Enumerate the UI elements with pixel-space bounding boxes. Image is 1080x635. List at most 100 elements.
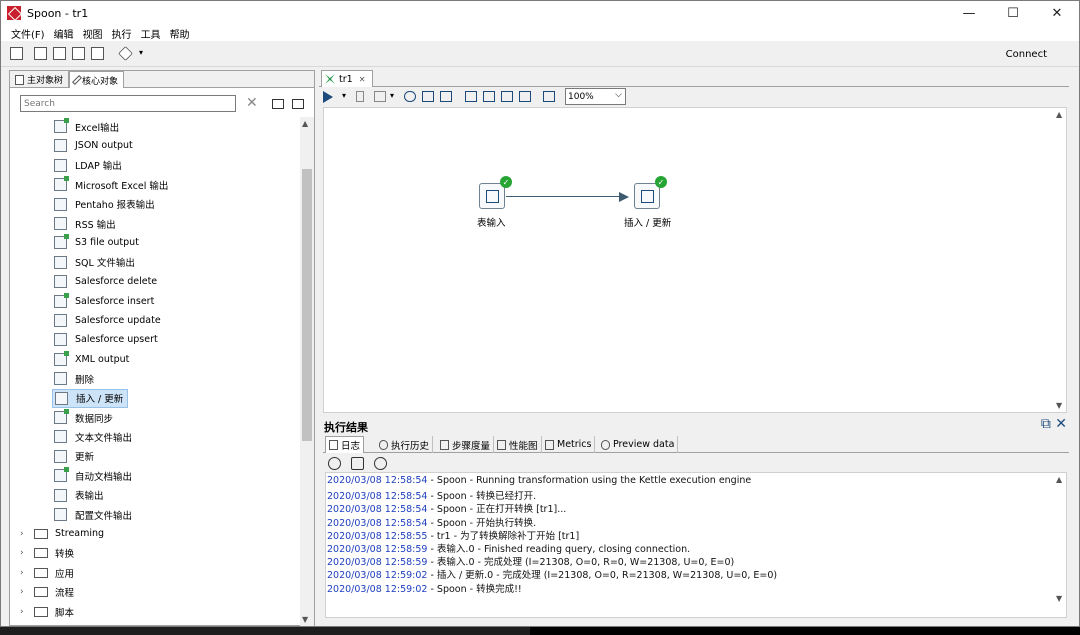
step-item[interactable]: 配置文件输出 [54, 505, 132, 524]
show-results-icon[interactable] [543, 91, 555, 102]
step-item[interactable]: 自动文档输出 [54, 466, 132, 485]
run-icon[interactable] [323, 91, 333, 103]
perspective-dropdown-icon[interactable]: ▾ [139, 48, 143, 57]
open-file-icon[interactable] [34, 47, 47, 60]
menu-file[interactable]: 文件(F) [11, 26, 45, 41]
step-item[interactable]: 表输出 [54, 486, 104, 505]
chevron-right-icon[interactable]: › [20, 587, 34, 597]
step-item[interactable]: RSS 输出 [54, 214, 116, 233]
close-tab-icon[interactable]: ✕ [359, 75, 366, 84]
pause-icon[interactable] [356, 91, 364, 102]
chevron-right-icon[interactable]: › [20, 548, 34, 558]
tree-scroll-thumb[interactable] [302, 169, 312, 441]
scroll-up-icon[interactable]: ▲ [302, 119, 308, 128]
tab-step-metrics[interactable]: 步骤度量 [437, 436, 495, 453]
clear-search-icon[interactable]: ✕ [246, 95, 258, 111]
tree-scrollbar[interactable]: ▲ ▼ [300, 117, 314, 626]
menu-edit[interactable]: 编辑 [54, 26, 74, 41]
debug-icon[interactable] [422, 91, 434, 102]
canvas-scroll-up-icon[interactable]: ▲ [1056, 110, 1062, 119]
stop-icon[interactable] [374, 91, 386, 102]
hop-line[interactable] [506, 196, 623, 197]
step-item[interactable]: Salesforce update [54, 311, 161, 330]
stop-dropdown-icon[interactable]: ▾ [390, 91, 394, 100]
category-folder[interactable]: › 流程 [20, 583, 74, 602]
step-item[interactable]: JSON output [54, 136, 133, 155]
transformation-canvas[interactable]: ▲ ▼ [323, 107, 1067, 413]
step-item[interactable]: 更新 [54, 447, 94, 466]
tab-preview-data[interactable]: Preview data [598, 436, 679, 453]
step-item[interactable]: 插入 / 更新 [52, 388, 129, 408]
replay-icon[interactable] [440, 91, 452, 102]
step-item-label: LDAP 输出 [75, 161, 122, 173]
tab-tr1[interactable]: tr1 ✕ [321, 70, 373, 87]
category-folder[interactable]: › 转换 [20, 544, 74, 563]
menu-help[interactable]: 帮助 [170, 26, 190, 41]
step-item[interactable]: Microsoft Excel 输出 [54, 175, 168, 194]
step-node-table-input[interactable]: ✓ [479, 176, 512, 209]
explore-db-icon[interactable] [519, 91, 531, 102]
step-item[interactable]: 数据同步 [54, 408, 113, 427]
step-item[interactable]: Pentaho 报表输出 [54, 195, 155, 214]
menu-tools[interactable]: 工具 [141, 26, 161, 41]
new-file-icon[interactable] [10, 47, 23, 60]
step-item[interactable]: Salesforce upsert [54, 330, 158, 349]
save-icon[interactable] [72, 47, 85, 60]
canvas-scroll-down-icon[interactable]: ▼ [1056, 401, 1062, 410]
log-scroll-down-icon[interactable]: ▼ [1056, 594, 1062, 603]
tab-history[interactable]: 执行历史 [376, 436, 434, 453]
step-item[interactable]: SQL 文件输出 [54, 253, 135, 272]
tab-core-objects[interactable]: 核心对象 [69, 71, 125, 88]
category-folder[interactable]: › Streaming [20, 524, 104, 543]
sql-icon[interactable] [501, 91, 513, 102]
minimize-button[interactable]: — [947, 1, 991, 25]
expand-all-icon[interactable] [272, 99, 284, 109]
maximize-results-icon[interactable]: ⧉ [1041, 416, 1051, 432]
log-hscrollbar[interactable] [326, 605, 1056, 617]
trash-icon[interactable] [351, 457, 364, 470]
step-item[interactable]: 删除 [54, 369, 94, 388]
step-item[interactable]: Salesforce delete [54, 272, 157, 291]
step-item[interactable]: XML output [54, 350, 129, 369]
category-folder[interactable]: › 应用 [20, 563, 74, 582]
chevron-right-icon[interactable]: › [20, 568, 34, 578]
step-item[interactable]: LDAP 输出 [54, 156, 122, 175]
clear-log-icon[interactable] [328, 457, 341, 470]
chevron-right-icon[interactable]: › [20, 607, 34, 617]
canvas-scrollbar[interactable]: ▲ ▼ [1054, 108, 1066, 412]
verify-icon[interactable] [465, 91, 477, 102]
preview-icon[interactable] [404, 91, 416, 102]
step-item[interactable]: S3 file output [54, 233, 139, 252]
step-item[interactable]: 文本文件输出 [54, 427, 132, 446]
tab-log[interactable]: 日志 [325, 436, 365, 453]
log-settings-gear-icon[interactable] [374, 457, 387, 470]
menu-run[interactable]: 执行 [112, 26, 132, 41]
category-folder[interactable]: › 脚本 [20, 602, 74, 621]
tab-performance[interactable]: 性能图 [494, 436, 542, 453]
tab-metrics[interactable]: Metrics [542, 436, 596, 453]
log-line: 2020/03/08 12:58:54 - Spoon - 正在打开转换 [tr… [327, 501, 566, 515]
maximize-button[interactable]: ☐ [991, 1, 1035, 25]
close-results-icon[interactable]: ✕ [1055, 416, 1067, 432]
step-item[interactable]: Excel输出 [54, 117, 119, 136]
log-output[interactable]: ▲ ▼ 2020/03/08 12:58:54 - Spoon - Runnin… [325, 472, 1067, 618]
impact-icon[interactable] [483, 91, 495, 102]
menu-view[interactable]: 视图 [83, 26, 103, 41]
close-button[interactable]: ✕ [1035, 1, 1079, 25]
zoom-select[interactable]: 100% ⌵ [565, 88, 626, 105]
tab-main-tree[interactable]: 主对象树 [10, 71, 70, 88]
explore-repository-icon[interactable] [53, 47, 66, 60]
log-scroll-up-icon[interactable]: ▲ [1056, 475, 1062, 484]
save-as-icon[interactable] [91, 47, 104, 60]
chevron-right-icon[interactable]: › [20, 529, 34, 539]
step-item[interactable]: Salesforce insert [54, 292, 154, 311]
step-item-label: 表输出 [75, 491, 104, 503]
search-input[interactable] [20, 95, 236, 112]
log-scrollbar[interactable]: ▲ ▼ [1054, 473, 1066, 617]
step-node-insert-update[interactable]: ✓ [634, 176, 667, 209]
connect-button[interactable]: Connect [1006, 49, 1047, 60]
scroll-down-icon[interactable]: ▼ [302, 615, 308, 624]
collapse-all-icon[interactable] [292, 99, 304, 109]
run-dropdown-icon[interactable]: ▾ [342, 91, 346, 100]
perspective-layers-icon[interactable] [118, 46, 133, 61]
